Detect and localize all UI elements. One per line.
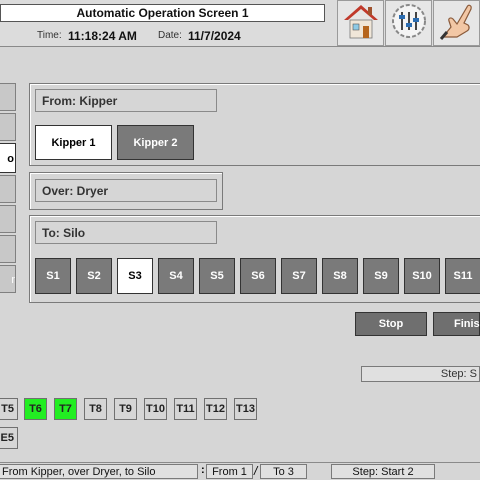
indicator-e5: E5	[0, 427, 18, 449]
indicator-t12: T12	[204, 398, 227, 420]
indicator-t6: T6	[24, 398, 47, 420]
status-step: Step: Start 2	[331, 464, 435, 479]
indicator-t9: T9	[114, 398, 137, 420]
left-tab-7[interactable]: r	[0, 265, 16, 293]
via-label: Over: Dryer	[35, 179, 217, 202]
settings-button[interactable]	[385, 0, 432, 46]
indicator-t8: T8	[84, 398, 107, 420]
touch-button[interactable]	[433, 0, 480, 46]
left-tab-3[interactable]: o	[0, 143, 16, 173]
destination-label: To: Silo	[35, 221, 217, 244]
home-button[interactable]	[337, 0, 384, 46]
source-label: From: Kipper	[35, 89, 217, 112]
left-tab-label: r	[11, 274, 15, 286]
silo-button-s5[interactable]: S5	[199, 258, 235, 294]
silo-button-s6[interactable]: S6	[240, 258, 276, 294]
indicator-t10: T10	[144, 398, 167, 420]
silo-button-s8[interactable]: S8	[322, 258, 358, 294]
stop-button[interactable]: Stop	[355, 312, 427, 336]
finish-button[interactable]: Finis	[433, 312, 480, 336]
status-route: From Kipper, over Dryer, to Silo	[0, 464, 198, 479]
status-separator: :	[201, 464, 205, 476]
time-label: Time:	[37, 30, 62, 41]
left-tab-2[interactable]	[0, 113, 16, 141]
step-display: Step: S	[361, 366, 480, 382]
status-to: To 3	[260, 464, 307, 479]
silo-button-s1[interactable]: S1	[35, 258, 71, 294]
left-tab-5[interactable]	[0, 205, 16, 233]
silo-button-s7[interactable]: S7	[281, 258, 317, 294]
settings-sliders-icon	[389, 1, 429, 46]
indicator-t7: T7	[54, 398, 77, 420]
indicator-t11: T11	[174, 398, 197, 420]
left-tab-6[interactable]	[0, 235, 16, 263]
left-tab-4[interactable]	[0, 175, 16, 203]
left-tab-label: o	[7, 153, 14, 165]
left-tab-1[interactable]	[0, 83, 16, 111]
silo-button-s11[interactable]: S11	[445, 258, 480, 294]
time-value: 11:18:24 AM	[68, 29, 137, 43]
date-label: Date:	[158, 30, 182, 41]
status-slash: /	[254, 464, 258, 478]
silo-button-s4[interactable]: S4	[158, 258, 194, 294]
home-icon	[341, 1, 381, 46]
silo-button-s10[interactable]: S10	[404, 258, 440, 294]
date-value: 11/7/2024	[188, 29, 241, 43]
indicator-t13: T13	[234, 398, 257, 420]
status-from: From 1	[206, 464, 253, 479]
kipper-1-button[interactable]: Kipper 1	[35, 125, 112, 160]
pointing-hand-icon	[437, 1, 477, 46]
indicator-t5: T5	[0, 398, 18, 420]
silo-button-s9[interactable]: S9	[363, 258, 399, 294]
silo-button-s3[interactable]: S3	[117, 258, 153, 294]
screen-title: Automatic Operation Screen 1	[0, 4, 325, 22]
silo-button-s2[interactable]: S2	[76, 258, 112, 294]
kipper-2-button[interactable]: Kipper 2	[117, 125, 194, 160]
